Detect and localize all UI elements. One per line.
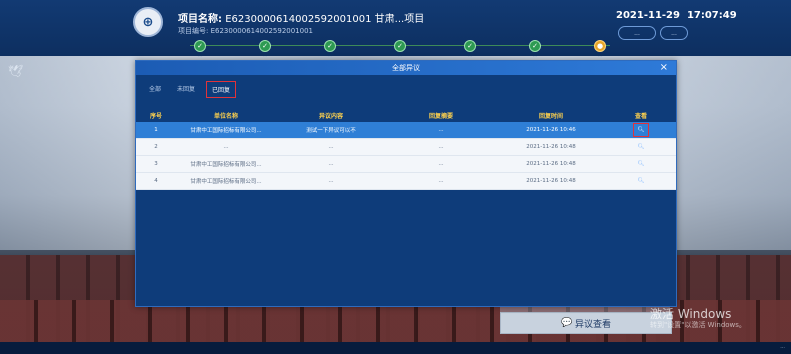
search-icon[interactable]: 🔍︎ xyxy=(634,175,648,187)
cell-view: 🔍︎ xyxy=(606,123,676,137)
check-icon: ✓ xyxy=(194,40,206,52)
cell-time: 2021-11-26 10:48 xyxy=(526,161,576,167)
search-icon[interactable]: 🔍︎ xyxy=(634,141,648,153)
tab-replied[interactable]: 已回复 xyxy=(206,81,237,98)
cell-no: 1 xyxy=(154,127,158,133)
check-icon: ✓ xyxy=(529,40,541,52)
cell-unit: 甘肃中工国际招标有限公司... xyxy=(190,128,262,134)
step-label: ... xyxy=(467,53,473,59)
cell-reply: ... xyxy=(438,178,444,184)
cell-reply: ... xyxy=(438,161,444,167)
table-row[interactable]: 1 甘肃中工国际招标有限公司... 测试一下异议可以不 ... 2021-11-… xyxy=(136,122,676,139)
step-7: ●... xyxy=(570,40,630,59)
step-label: ... xyxy=(262,53,268,59)
cell-view: 🔍︎ xyxy=(606,158,676,170)
step-label: ... xyxy=(532,53,538,59)
footer-text: ... xyxy=(780,344,785,350)
col-header-reply: 回复摘要 xyxy=(428,112,453,120)
current-step-icon: ● xyxy=(594,40,606,52)
project-title: 项目名称: E6230000614002592001001 甘肃...项目 xyxy=(178,10,424,25)
top-header: ⊕ 项目名称: E6230000614002592001001 甘肃...项目 … xyxy=(0,0,791,59)
cell-time: 2021-11-26 10:48 xyxy=(526,178,576,184)
bird-icon: 🕊 xyxy=(8,64,24,78)
step-label: ... xyxy=(597,53,603,59)
header-button-1[interactable]: ... xyxy=(618,26,656,40)
cell-no: 2 xyxy=(154,144,158,150)
col-header-no: 序号 xyxy=(149,112,162,120)
table-row[interactable]: 2 ... ... ... 2021-11-26 10:48 🔍︎ xyxy=(136,139,676,156)
table-row[interactable]: 3 甘肃中工国际招标有限公司... ... ... 2021-11-26 10:… xyxy=(136,156,676,173)
col-header-time: 回复时间 xyxy=(538,112,563,120)
header-button-2[interactable]: ... xyxy=(660,26,688,40)
cell-unit: 甘肃中工国际招标有限公司... xyxy=(190,162,262,168)
tab-all[interactable]: 全部 xyxy=(144,81,166,98)
cell-unit: 甘肃中工国际招标有限公司... xyxy=(190,179,262,185)
col-header-unit: 单位名称 xyxy=(213,112,238,120)
close-icon[interactable]: × xyxy=(660,62,668,73)
cell-reply: ... xyxy=(438,127,444,133)
objection-view-label: 异议查看 xyxy=(575,319,612,330)
table-header: 序号 单位名称 异议内容 回复摘要 回复时间 查看 xyxy=(136,108,676,122)
cell-unit: ... xyxy=(223,144,229,150)
col-header-view: 查看 xyxy=(634,112,647,120)
step-6: ✓... xyxy=(505,40,565,59)
project-number: 项目编号: E6230000614002592001001 xyxy=(178,26,313,36)
objections-table: 序号 单位名称 异议内容 回复摘要 回复时间 查看 1 甘肃中工国际招标有限公司… xyxy=(136,108,676,190)
step-5: ✓... xyxy=(440,40,500,59)
footer-bar: ... xyxy=(0,342,791,354)
cell-view: 🔍︎ xyxy=(606,141,676,153)
all-objections-modal: 全部异议 × 全部 未回复 已回复 序号 单位名称 异议内容 回复摘要 回复时间… xyxy=(135,60,677,307)
modal-tabs: 全部 未回复 已回复 xyxy=(144,81,237,98)
time-text: 17:07:49 xyxy=(686,10,737,21)
step-2: ✓... xyxy=(235,40,295,59)
check-icon: ✓ xyxy=(464,40,476,52)
step-4: ✓... xyxy=(370,40,430,59)
step-label: ... xyxy=(397,53,403,59)
cell-time: 2021-11-26 10:46 xyxy=(526,127,576,133)
cell-content: ... xyxy=(328,161,334,167)
check-icon: ✓ xyxy=(394,40,406,52)
cell-view: 🔍︎ xyxy=(606,175,676,187)
date-text: 2021-11-29 xyxy=(616,10,680,21)
logo-icon: ⊕ xyxy=(133,7,163,37)
step-label: ... xyxy=(327,53,333,59)
tab-unreplied[interactable]: 未回复 xyxy=(172,81,200,98)
project-id: E6230000614002592001001 xyxy=(225,14,372,25)
check-icon: ✓ xyxy=(324,40,336,52)
table-row[interactable]: 4 甘肃中工国际招标有限公司... ... ... 2021-11-26 10:… xyxy=(136,173,676,190)
progress-steps: ✓... ✓... ✓... ✓... ✓... ✓... ●... xyxy=(170,40,630,59)
step-label: ... xyxy=(197,53,203,59)
chat-icon: 💬 xyxy=(560,318,573,328)
cell-content: ... xyxy=(328,144,334,150)
search-icon[interactable]: 🔍︎ xyxy=(634,158,648,170)
step-3: ✓... xyxy=(300,40,360,59)
cell-no: 4 xyxy=(154,178,158,184)
search-icon[interactable]: 🔍︎ xyxy=(633,123,649,137)
step-1: ✓... xyxy=(170,40,230,59)
project-no-value: E6230000614002592001001 xyxy=(210,27,313,35)
col-header-content: 异议内容 xyxy=(318,112,343,120)
project-label: 项目名称: xyxy=(178,14,222,25)
objection-view-button[interactable]: 💬 异议查看 xyxy=(500,312,672,334)
windows-activate-sub: 转到"设置"以激活 Windows。 xyxy=(650,321,746,329)
modal-title: 全部异议 xyxy=(392,64,420,72)
modal-title-bar: 全部异议 xyxy=(136,61,676,75)
cell-content: ... xyxy=(328,178,334,184)
project-name: 甘肃...项目 xyxy=(374,14,425,25)
cell-no: 3 xyxy=(154,161,158,167)
project-no-label: 项目编号: xyxy=(178,27,209,35)
cell-reply: ... xyxy=(438,144,444,150)
datetime: 2021-11-29 17:07:49 xyxy=(616,10,737,21)
cell-time: 2021-11-26 10:48 xyxy=(526,144,576,150)
check-icon: ✓ xyxy=(259,40,271,52)
cell-content: 测试一下异议可以不 xyxy=(306,128,356,134)
